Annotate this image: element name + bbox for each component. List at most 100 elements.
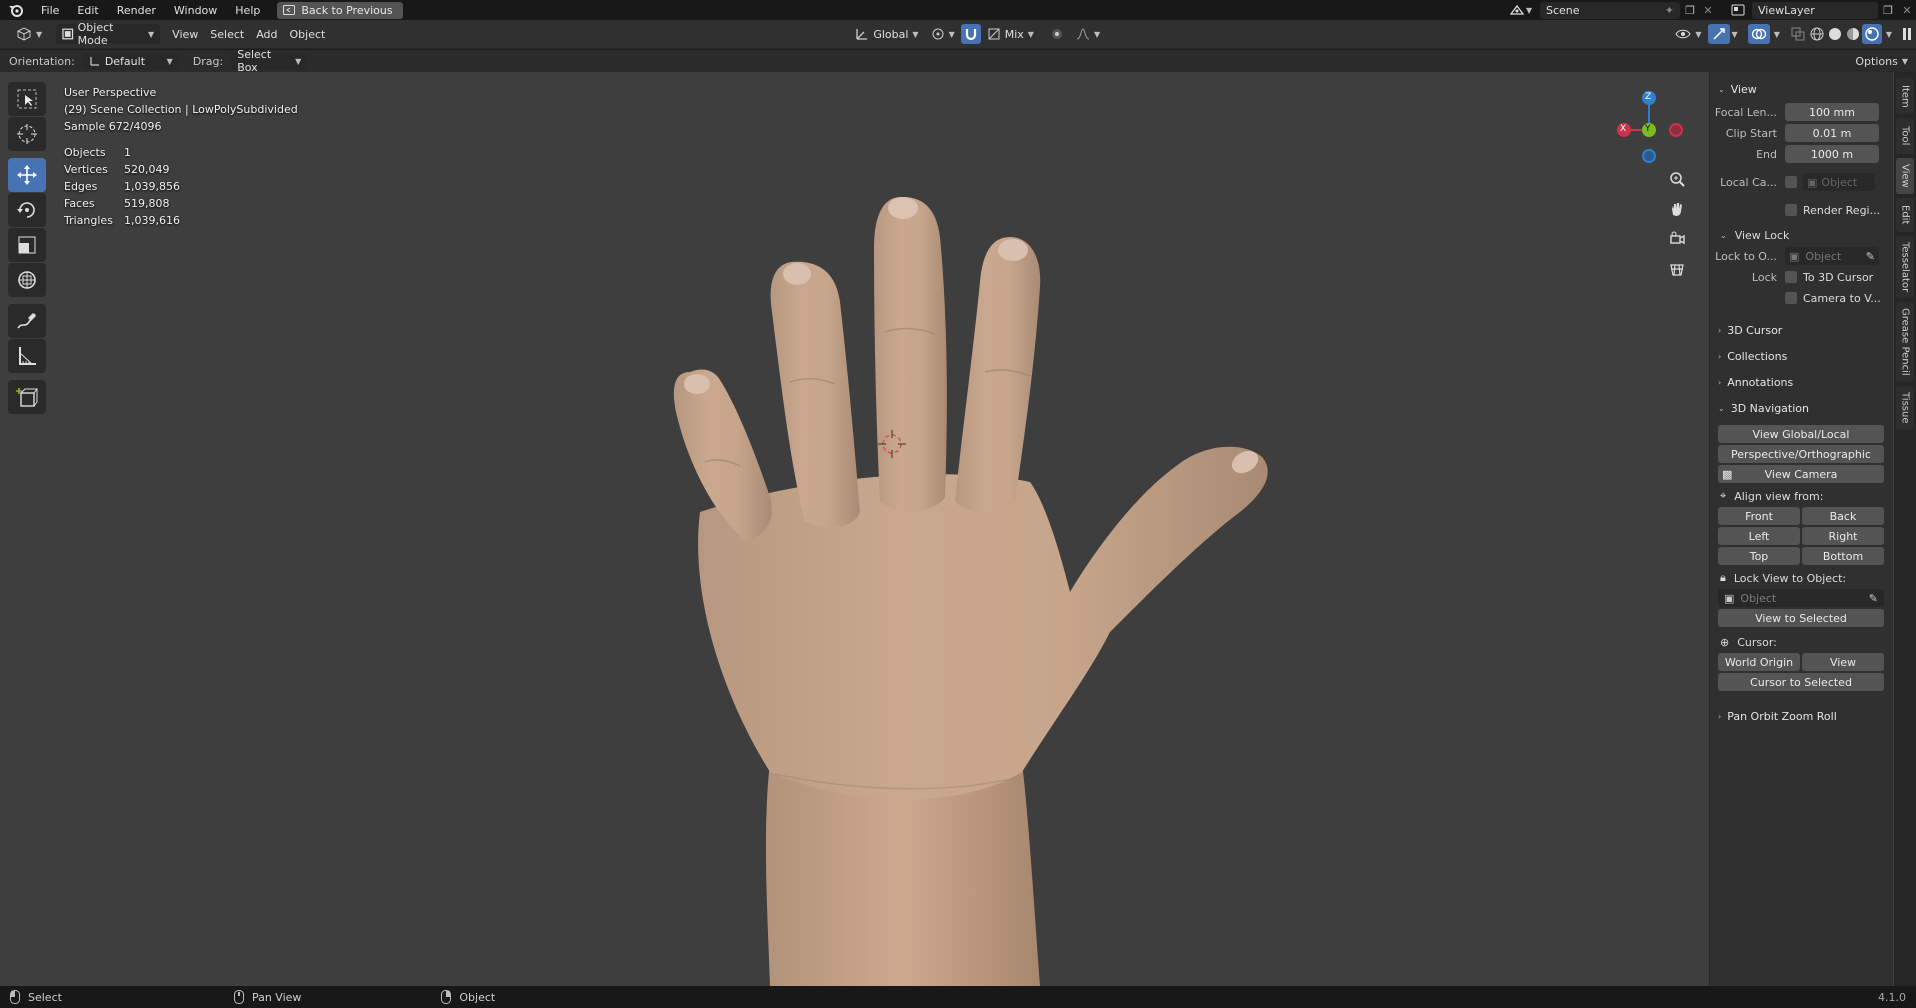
tab-edit[interactable]: Edit [1896,198,1914,232]
collections-panel-header[interactable]: › Collections [1710,343,1893,369]
view-layer-field[interactable]: ViewLayer [1752,1,1878,19]
render-region-checkbox[interactable] [1785,204,1797,216]
clip-end-field[interactable]: 1000 m [1785,145,1879,163]
align-back-button[interactable]: Back [1802,507,1884,525]
to-3d-cursor-checkbox[interactable] [1785,271,1797,283]
menu-render[interactable]: Render [108,4,165,17]
scene-name-field[interactable]: Scene ✦ [1540,1,1680,19]
eyedropper-icon[interactable]: ✎ [1869,592,1878,605]
annotations-panel-header[interactable]: › Annotations [1710,369,1893,395]
menu-file[interactable]: File [32,4,68,17]
cursor-tool[interactable] [8,117,46,151]
focal-length-field[interactable]: 100 mm [1785,103,1879,121]
local-camera-field[interactable]: ▣ Object [1803,173,1875,191]
world-origin-button[interactable]: World Origin [1718,653,1800,671]
annotate-tool[interactable] [8,304,46,338]
cursor-view-button[interactable]: View [1802,653,1884,671]
align-bottom-button[interactable]: Bottom [1802,547,1884,565]
ortho-toggle-button[interactable] [1662,254,1692,284]
3d-cursor-icon[interactable] [878,430,906,458]
orientation-selector[interactable]: Default ▼ [82,52,179,70]
header-menu-add[interactable]: Add [250,24,283,44]
rendered-sphere-icon [1865,27,1879,41]
view-to-selected-button[interactable]: View to Selected [1718,609,1884,627]
gizmo-dropdown[interactable]: ▼ [1732,30,1738,39]
gizmo-toggle[interactable] [1707,24,1730,44]
3d-cursor-panel-header[interactable]: › 3D Cursor [1710,317,1893,343]
viewport-header: ▼ Object Mode ▼ View Select Add Object G… [0,20,1916,49]
menu-window[interactable]: Window [165,4,226,17]
view-lock-header[interactable]: ⌄ View Lock [1710,224,1893,246]
shading-material[interactable] [1844,24,1862,44]
view-camera-button[interactable]: ▩ View Camera [1718,465,1884,483]
lock-to-object-field[interactable]: ▣ Object ✎ [1785,247,1879,265]
measure-tool[interactable] [8,339,46,373]
perspective-orthographic-button[interactable]: Perspective/Orthographic [1718,445,1884,463]
drag-selector[interactable]: Select Box ▼ [231,48,308,74]
xray-toggle[interactable] [1788,24,1808,44]
align-left-button[interactable]: Left [1718,527,1800,545]
scene-selector-icon[interactable]: ▼ [1510,4,1540,16]
pan-orbit-zoom-roll-panel-header[interactable]: › Pan Orbit Zoom Roll [1710,703,1893,729]
tab-grease-pencil[interactable]: Grease Pencil [1896,302,1914,382]
tab-tissue[interactable]: Tissue [1896,386,1914,430]
mode-selector[interactable]: Object Mode ▼ [56,21,161,47]
view-panel-header[interactable]: ⌄ View [1710,76,1893,102]
align-top-button[interactable]: Top [1718,547,1800,565]
crosshair-icon [17,124,37,144]
visibility-selector[interactable]: ▼ [1669,24,1707,44]
options-dropdown[interactable]: Options ▼ [1855,55,1908,68]
cursor-to-selected-button[interactable]: Cursor to Selected [1718,673,1884,691]
pivot-point-selector[interactable]: ▼ [925,24,961,44]
zoom-button[interactable] [1662,164,1692,194]
blender-logo-icon[interactable] [0,3,32,17]
back-to-previous-button[interactable]: Back to Previous [277,1,403,19]
editor-type-button[interactable]: ▼ [10,24,48,44]
add-cube-icon [16,388,38,407]
header-menu-select[interactable]: Select [204,24,250,44]
transform-orientation-selector[interactable]: Global ▼ [849,24,924,44]
move-tool[interactable] [8,158,46,192]
shading-dropdown[interactable]: ▼ [1886,30,1892,39]
camera-view-button[interactable] [1662,224,1692,254]
eyedropper-icon[interactable]: ✎ [1866,250,1875,263]
camera-to-view-checkbox[interactable] [1785,292,1797,304]
pin-icon[interactable]: ✦ [1665,4,1674,17]
lock-view-object-field[interactable]: ▣ Object ✎ [1718,589,1884,607]
align-right-button[interactable]: Right [1802,527,1884,545]
tab-item[interactable]: Item [1896,78,1914,114]
pan-button[interactable] [1662,194,1692,224]
delete-view-layer-icon[interactable]: ✕ [1898,4,1916,17]
tab-tesselator[interactable]: Tesselator [1896,236,1914,298]
shading-wireframe[interactable] [1808,24,1826,44]
shading-rendered[interactable] [1861,24,1882,44]
tab-view[interactable]: View [1896,158,1914,194]
3d-navigation-panel-header[interactable]: ⌄ 3D Navigation [1710,395,1893,421]
new-scene-icon[interactable]: ❐ [1680,4,1700,17]
clip-start-field[interactable]: 0.01 m [1785,124,1879,142]
overlays-toggle[interactable] [1747,24,1770,44]
delete-scene-icon[interactable]: ✕ [1700,4,1716,17]
menu-edit[interactable]: Edit [68,4,107,17]
rotate-tool[interactable] [8,193,46,227]
select-box-tool[interactable] [8,82,46,116]
transform-tool[interactable] [8,263,46,297]
scale-tool[interactable] [8,228,46,262]
snap-target-selector[interactable]: Mix ▼ [981,24,1040,44]
proportional-edit-toggle[interactable] [1044,24,1070,44]
falloff-selector[interactable]: ▼ [1070,24,1106,44]
align-front-button[interactable]: Front [1718,507,1800,525]
menu-help[interactable]: Help [226,4,269,17]
view-layer-icon[interactable] [1724,4,1752,16]
new-view-layer-icon[interactable]: ❐ [1878,4,1898,17]
tab-tool[interactable]: Tool [1896,118,1914,154]
overlays-dropdown[interactable]: ▼ [1774,30,1780,39]
snap-toggle[interactable] [960,24,981,44]
header-menu-object[interactable]: Object [284,24,332,44]
add-cube-tool[interactable] [8,380,46,414]
shading-solid[interactable] [1826,24,1844,44]
local-camera-checkbox[interactable] [1785,176,1797,188]
header-menu-view[interactable]: View [166,24,204,44]
view-global-local-button[interactable]: View Global/Local [1718,425,1884,443]
sidebar-toggle[interactable] [1898,24,1916,44]
